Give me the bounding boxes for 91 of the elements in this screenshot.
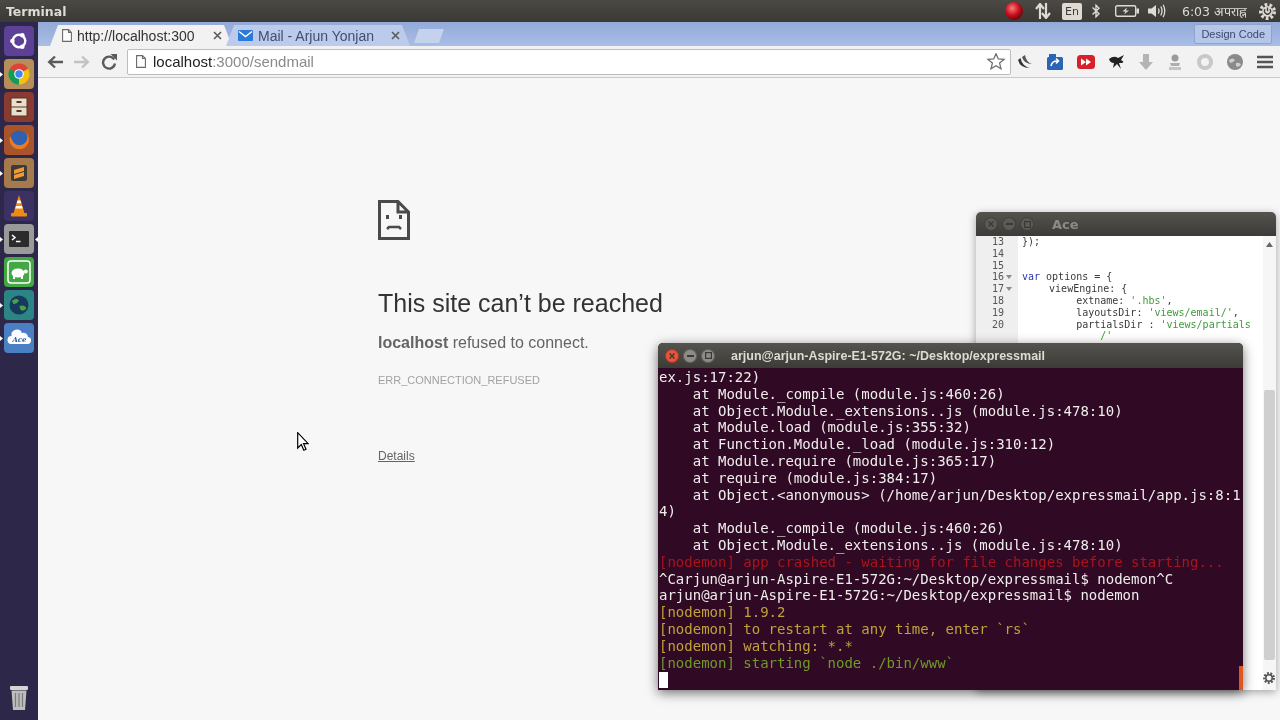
terminal-line: at Function.Module._load (module.js:310:12)	[692, 436, 1056, 453]
text-cursor	[659, 672, 668, 689]
close-icon[interactable]	[391, 31, 400, 40]
turtle-icon[interactable]	[4, 257, 34, 287]
terminal-line: at Module.load (module.js:355:32)	[692, 419, 971, 437]
globe-icon[interactable]	[1227, 53, 1243, 70]
terminal-line: ^Carjun@arjun-Aspire-E1-572G:~/Desktop/expressmail$ nodemon^C	[659, 570, 1174, 588]
line-number: 18	[991, 295, 1004, 307]
back-icon[interactable]	[47, 54, 63, 69]
close-icon	[669, 352, 675, 359]
volume-icon[interactable]	[1147, 4, 1166, 18]
close-button[interactable]	[665, 348, 679, 363]
code-line: partialsDir : 'views/partials	[1075, 318, 1251, 331]
close-icon[interactable]	[213, 31, 222, 40]
orb-indicator-icon[interactable]	[1005, 2, 1024, 20]
code-line: var options = {	[1021, 271, 1113, 284]
terminal-line: at Object.<anonymous> (/home/arjun/Desktop/expressmail/app.js:8:1	[692, 486, 1241, 504]
minimize-icon	[686, 354, 694, 357]
error-message: localhost refused to connect.	[378, 333, 589, 353]
scrollbar-thumb[interactable]	[1239, 666, 1243, 690]
terminal-line: [nodemon] app crashed - waiting for file changes before starting...	[659, 553, 1224, 571]
menu-icon[interactable]	[1257, 54, 1273, 69]
terminal-line: ex.js:17:22)	[659, 369, 761, 386]
clock[interactable]: 6:03 अपराह्न	[1181, 2, 1247, 20]
line-number: 19	[991, 306, 1004, 319]
line-number: 14	[991, 247, 1004, 260]
mouse-pointer-icon	[297, 432, 309, 451]
address-bar[interactable]: localhost:3000/sendmail	[127, 48, 1011, 75]
minimize-icon	[1005, 223, 1013, 225]
code-line-wrap: /'	[1099, 330, 1113, 343]
line-number: 20	[991, 318, 1004, 331]
terminal-line: at Module._compile (module.js:460:26)	[692, 520, 1005, 537]
ring-logo-icon[interactable]	[4, 26, 34, 56]
terminal-line: [nodemon] starting `node ./bin/www`	[659, 654, 954, 672]
bluetooth-icon[interactable]	[1091, 4, 1100, 18]
window-title: arjun@arjun-Aspire-E1-572G: ~/Desktop/expressmail	[731, 348, 1046, 363]
page-icon	[136, 55, 146, 68]
close-icon	[988, 221, 994, 227]
terminal-line: at Module._compile (module.js:460:26)	[692, 385, 1005, 403]
terminal-icon[interactable]	[4, 224, 34, 254]
terminal-line: [nodemon] to restart at any time, enter `rs`	[659, 620, 1030, 638]
error-code: ERR_CONNECTION_REFUSED	[378, 373, 540, 387]
envelope-icon	[238, 30, 253, 41]
code-line: });	[1021, 236, 1041, 248]
fold-arrow-icon[interactable]	[1005, 287, 1012, 292]
gear-icon[interactable]	[1263, 672, 1275, 684]
reload-icon[interactable]	[101, 53, 117, 70]
traffic-cone-icon[interactable]	[4, 191, 34, 221]
keyboard-layout-indicator[interactable]: En	[1062, 2, 1082, 20]
trash-icon[interactable]	[10, 686, 28, 710]
file-cabinet-icon[interactable]	[4, 92, 34, 122]
fold-arrow-icon[interactable]	[1005, 275, 1012, 280]
code-line: extname: '.hbs',	[1075, 295, 1173, 307]
crescent-swirl-icon[interactable]	[1017, 53, 1033, 70]
active-app-title: Terminal	[6, 3, 67, 19]
error-heading: This site can’t be reached	[378, 288, 663, 318]
terminal-line: at require (module.js:384:17)	[692, 469, 938, 487]
code-line: viewEngine: {	[1048, 283, 1128, 295]
up-down-arrows-icon[interactable]	[1035, 3, 1052, 19]
page-icon	[62, 29, 72, 42]
terminal-line: arjun@arjun-Aspire-E1-572G:~/Desktop/expressmail$ nodemon	[659, 587, 1140, 605]
window-title: Ace	[1052, 216, 1079, 232]
maximize-icon	[1023, 220, 1031, 228]
editor-logo-icon[interactable]	[4, 158, 34, 188]
terminal-line: at Object.Module._extensions..js (module.js:478:10)	[692, 536, 1123, 554]
terminal-line: [nodemon] 1.9.2	[659, 604, 786, 621]
code-line: layoutsDir: 'views/email/',	[1075, 306, 1239, 319]
fast-forward-icon[interactable]	[1077, 54, 1095, 69]
browser-tab[interactable]: Mail - Arjun Yonjan	[226, 25, 410, 46]
terminal-line: at Module.require (module.js:365:17)	[692, 453, 997, 470]
line-number: 13	[991, 236, 1004, 248]
minimize-button[interactable]	[683, 348, 697, 363]
profile-button[interactable]: Design Code	[1194, 24, 1272, 44]
scrollbar-thumb[interactable]	[1264, 390, 1275, 660]
line-number: 15	[991, 259, 1004, 272]
maximize-icon	[704, 352, 712, 359]
maximize-button[interactable]	[701, 348, 715, 363]
terminal-line: at Object.Module._extensions..js (module.js:478:10)	[692, 402, 1123, 420]
line-number: 17	[991, 283, 1004, 295]
line-number: 16	[991, 271, 1004, 284]
globe-icon[interactable]	[4, 290, 34, 320]
power-gear-icon[interactable]	[1259, 2, 1276, 20]
terminal-line: 4)	[659, 503, 676, 521]
bird-icon[interactable]	[1109, 53, 1125, 70]
battery-icon[interactable]	[1114, 5, 1139, 17]
bookmark-star-icon[interactable]	[987, 53, 1005, 70]
terminal-line: [nodemon] watching: *.*	[659, 637, 853, 655]
figure-icon[interactable]	[1167, 53, 1183, 70]
scroll-up-arrow-icon[interactable]	[1266, 242, 1273, 247]
sad-page-icon	[378, 200, 410, 240]
details-link[interactable]: Details	[378, 448, 415, 464]
